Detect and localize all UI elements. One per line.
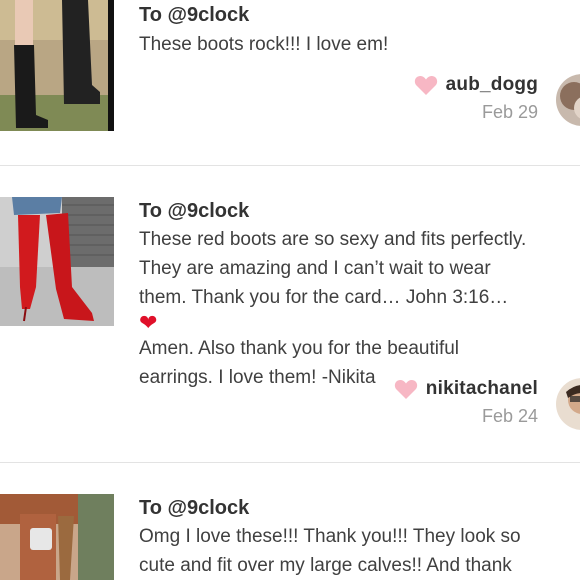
recipient-label: To @9clock — [139, 497, 250, 519]
review-text-line: them. Thank you for the card… John 3:16…… — [139, 283, 580, 334]
recipient-label: To @9clock — [139, 200, 250, 222]
review-text: These red boots are so sexy and fits per… — [139, 225, 580, 392]
review-text: These boots rock!!! I love em! — [139, 30, 580, 59]
review-text-line: These red boots are so sexy and fits per… — [139, 229, 527, 250]
review-date: Feb 24 — [481, 406, 538, 426]
review-text-line: Omg I love these!!! Thank you!!! They lo… — [139, 526, 521, 547]
review-text-line: They are amazing and I can’t wait to wea… — [139, 258, 491, 279]
reviewer-username[interactable]: nikitachanel — [426, 378, 538, 400]
review-date: Feb 29 — [481, 102, 538, 122]
heart-icon[interactable] — [414, 74, 438, 96]
review-text-line: These boots rock!!! I love em! — [139, 34, 389, 55]
review-card: To @9clock These red boots are so sexy a… — [0, 166, 580, 462]
reviewer-avatar[interactable] — [556, 74, 580, 126]
review-text-line: Amen. Also thank you for the beautiful — [139, 338, 460, 359]
reviewer-username[interactable]: aub_dogg — [446, 74, 538, 96]
review-card: To @9clock These boots rock!!! I love em… — [0, 0, 580, 165]
recipient-label: To @9clock — [139, 4, 250, 26]
product-thumbnail[interactable] — [0, 197, 114, 326]
review-text-line-part: them. Thank you for the card… John 3:16… — [139, 287, 509, 308]
review-text: Omg I love these!!! Thank you!!! They lo… — [139, 522, 580, 580]
review-meta: aub_dogg Feb 29 — [414, 74, 538, 123]
review-text-line: cute and fit over my large calves!! And … — [139, 555, 512, 576]
red-heart-emoji: ❤ — [139, 310, 158, 335]
product-thumbnail[interactable] — [0, 0, 114, 131]
review-meta: nikitachanel Feb 24 — [394, 378, 538, 427]
reviews-feed: To @9clock These boots rock!!! I love em… — [0, 0, 580, 580]
review-card: To @9clock Omg I love these!!! Thank you… — [0, 463, 580, 580]
heart-icon[interactable] — [394, 378, 418, 400]
product-thumbnail[interactable] — [0, 494, 114, 580]
